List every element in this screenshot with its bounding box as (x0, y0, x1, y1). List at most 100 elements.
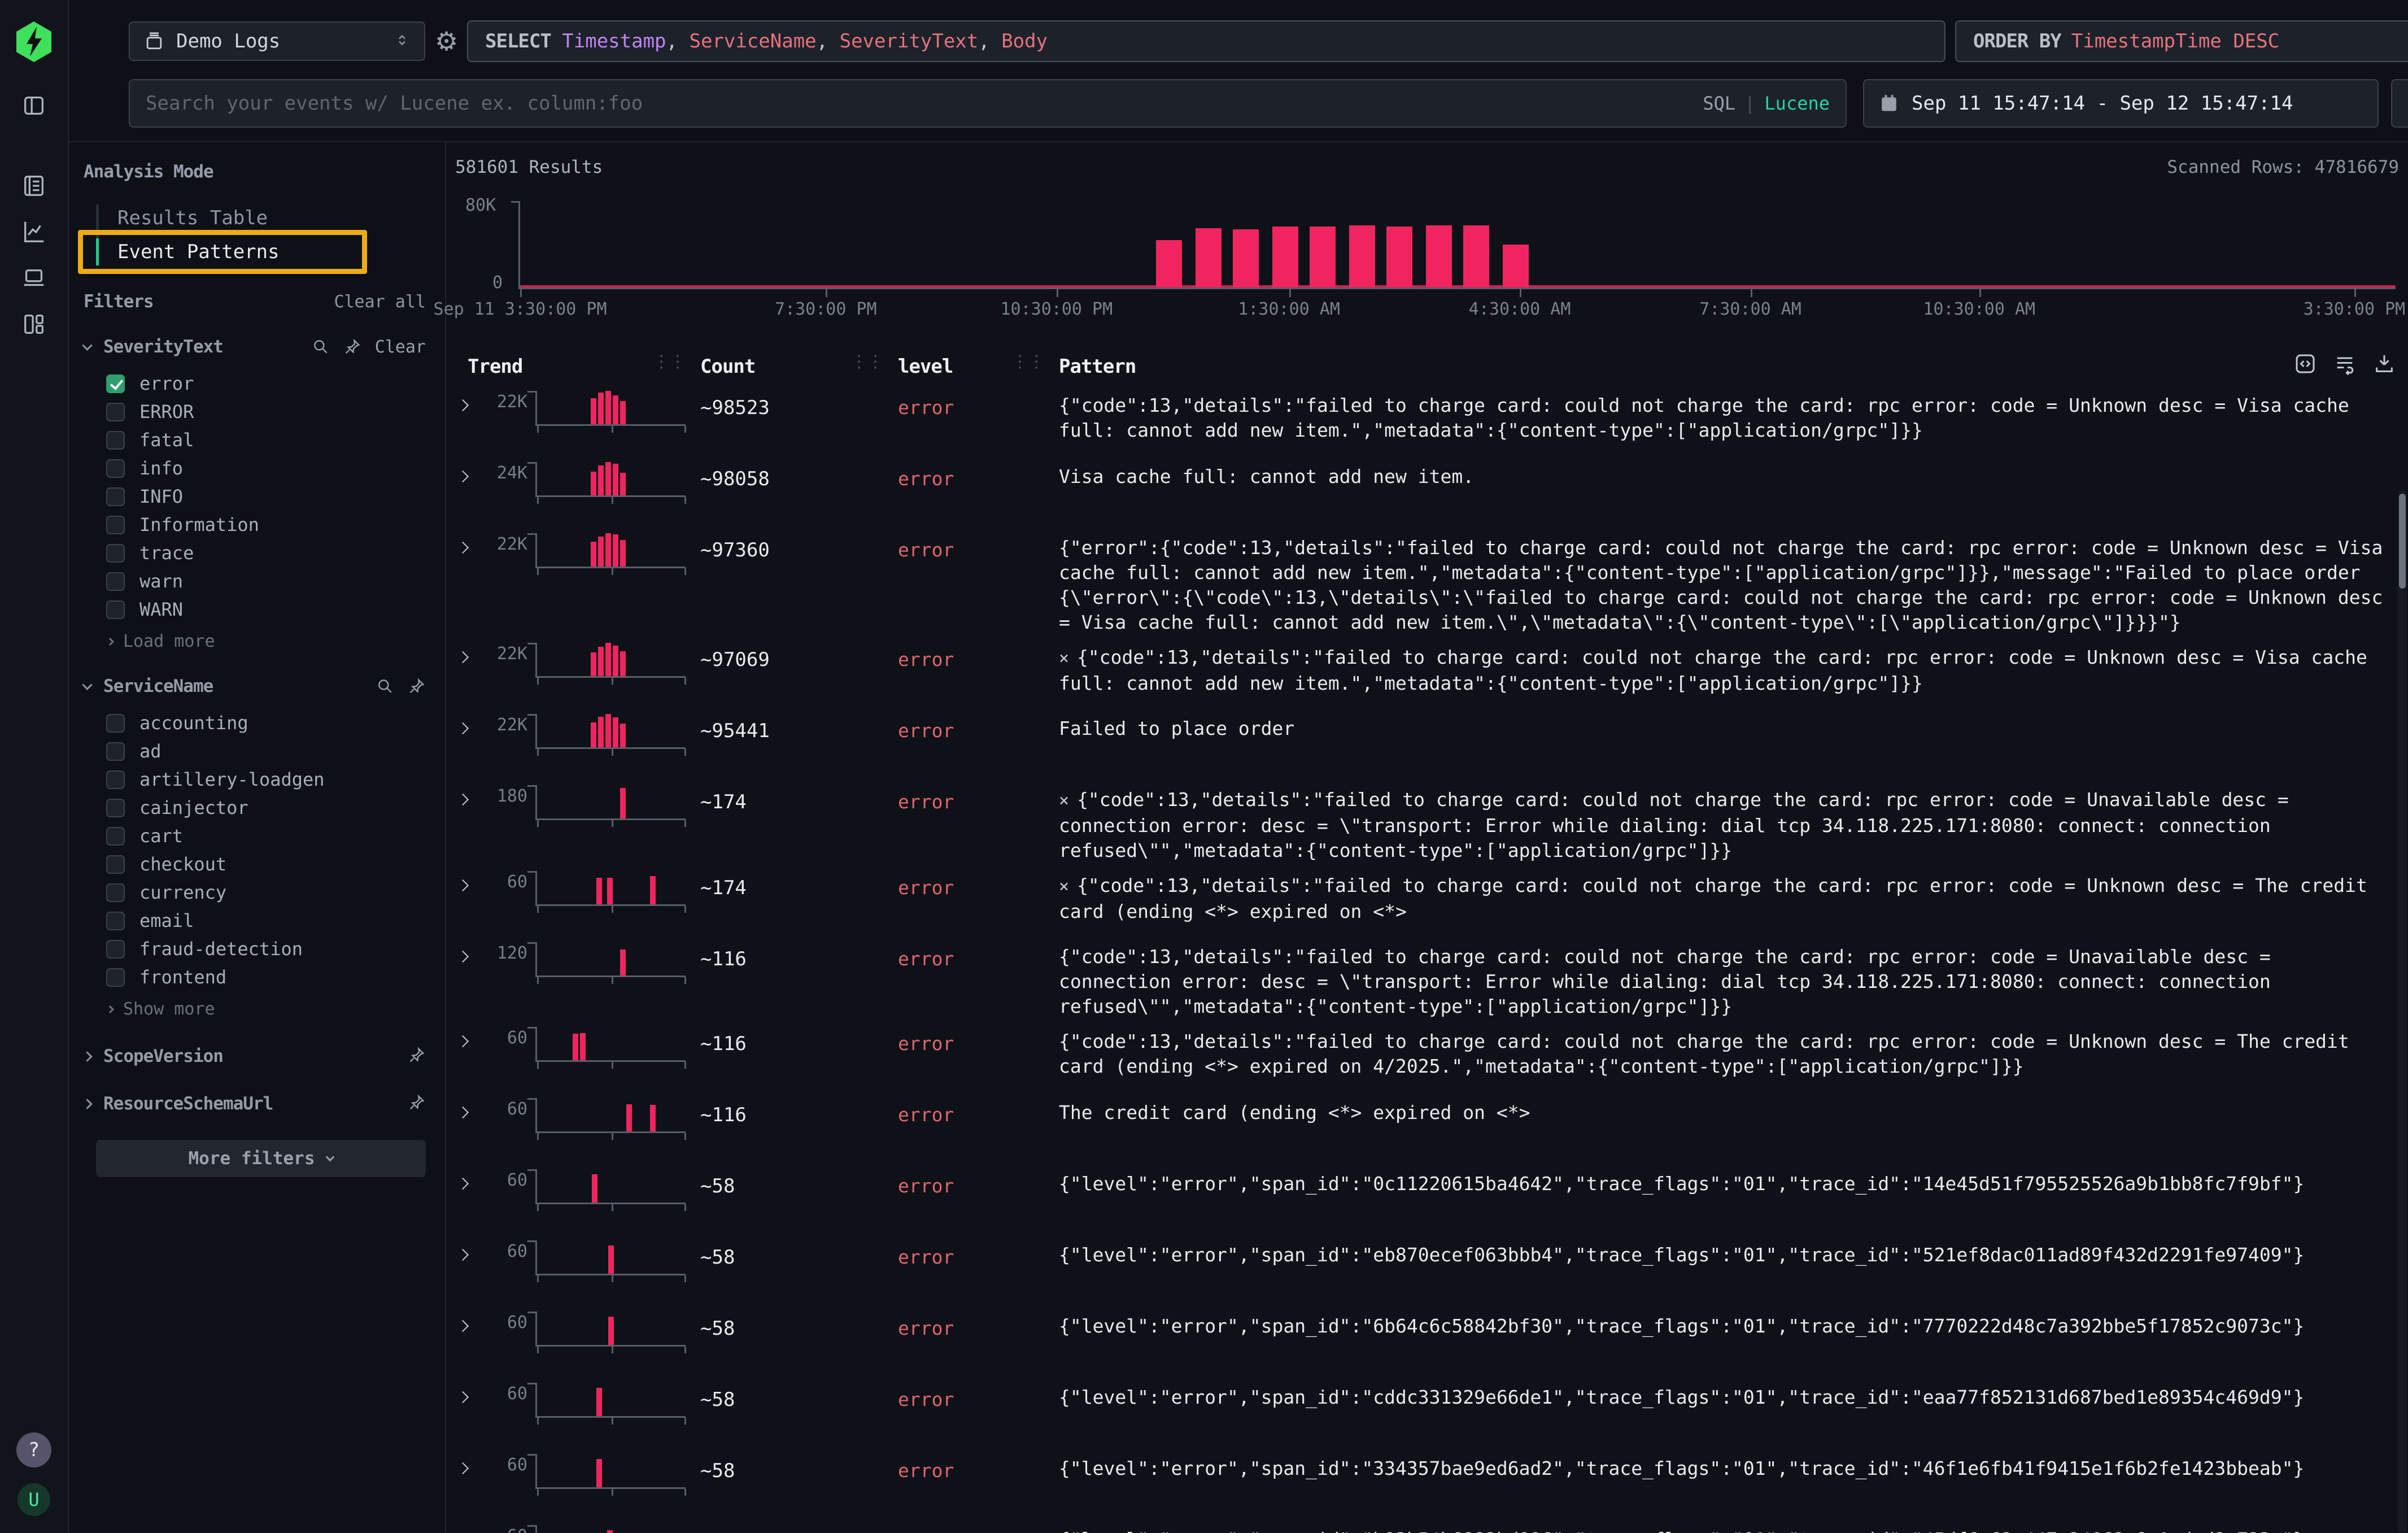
filter-option[interactable]: artillery-loadgen (106, 765, 426, 794)
collapse-panel-icon[interactable] (19, 90, 49, 120)
expand-row-button[interactable] (459, 1251, 480, 1261)
logs-icon[interactable] (19, 171, 49, 200)
exclude-x-icon[interactable]: × (1059, 791, 1069, 811)
expand-row-button[interactable] (459, 952, 480, 963)
checkbox[interactable] (106, 544, 125, 563)
checkbox[interactable] (106, 968, 125, 987)
expand-row-button[interactable] (459, 543, 480, 554)
expand-row-button[interactable] (459, 795, 480, 806)
filter-option[interactable]: ad (106, 737, 426, 765)
filter-option[interactable]: error (106, 369, 426, 398)
pin-icon[interactable] (408, 1046, 426, 1064)
search-icon[interactable] (376, 677, 394, 695)
date-range-picker[interactable]: Sep 11 15:47:14 - Sep 12 15:47:14 (1863, 79, 2379, 128)
dashboard-icon[interactable] (19, 310, 49, 339)
checkbox[interactable] (106, 799, 125, 817)
nav-results-table[interactable]: Results Table (96, 201, 426, 235)
expand-row-button[interactable] (459, 1037, 480, 1048)
filter-option[interactable]: ERROR (106, 398, 426, 426)
search-icon[interactable] (312, 338, 330, 356)
filter-group-resourceschemaurl[interactable]: ResourceSchemaUrl (84, 1094, 426, 1114)
clear-all-button[interactable]: Clear all (334, 292, 426, 312)
expand-row-button[interactable] (459, 881, 480, 892)
checkbox[interactable] (106, 714, 125, 733)
help-button[interactable]: ? (16, 1432, 51, 1467)
filter-option[interactable]: checkout (106, 850, 426, 878)
checkbox[interactable] (106, 600, 125, 619)
checkbox[interactable] (106, 572, 125, 591)
filter-option[interactable]: WARN (106, 595, 426, 624)
filter-option[interactable]: frontend (106, 963, 426, 991)
expand-row-button[interactable] (459, 653, 480, 664)
exclude-x-icon[interactable]: × (1059, 648, 1069, 668)
filter-option[interactable]: INFO (106, 482, 426, 511)
checkbox[interactable] (106, 827, 125, 846)
checkbox[interactable] (106, 770, 125, 789)
expand-row-button[interactable] (459, 724, 480, 735)
filter-option[interactable]: cart (106, 822, 426, 850)
filter-group-scopeversion[interactable]: ScopeVersion (84, 1046, 426, 1066)
chevron-down-icon[interactable] (82, 680, 92, 690)
exclude-x-icon[interactable]: × (1059, 877, 1069, 896)
checkbox[interactable] (106, 742, 125, 761)
checkbox[interactable] (106, 487, 125, 506)
filter-option[interactable]: fraud-detection (106, 935, 426, 963)
column-header-count[interactable]: Count⋮⋮ (700, 355, 898, 378)
checkbox[interactable] (106, 459, 125, 478)
checkbox[interactable] (106, 403, 125, 421)
filter-option[interactable]: fatal (106, 426, 426, 454)
filter-option[interactable]: currency (106, 878, 426, 907)
pin-icon[interactable] (408, 677, 426, 695)
line-chart-icon[interactable] (19, 217, 49, 246)
filter-option[interactable]: email (106, 907, 426, 935)
download-icon[interactable] (2373, 352, 2396, 375)
pin-icon[interactable] (408, 1094, 426, 1112)
checkbox[interactable] (106, 431, 125, 450)
filter-option[interactable]: accounting (106, 709, 426, 737)
code-view-icon[interactable] (2294, 352, 2317, 375)
more-filters-button[interactable]: More filters (96, 1140, 426, 1177)
user-avatar[interactable]: U (18, 1483, 50, 1516)
chevron-down-icon[interactable] (82, 340, 92, 350)
expand-row-button[interactable] (459, 1108, 480, 1119)
show-more-link[interactable]: Show more (107, 999, 426, 1019)
run-query-button[interactable] (2391, 79, 2408, 128)
expand-row-button[interactable] (459, 1464, 480, 1475)
sql-query[interactable]: SELECT Timestamp, ServiceName, SeverityT… (467, 20, 1945, 62)
load-more-link[interactable]: Load more (107, 632, 426, 651)
search-input[interactable]: Search your events w/ Lucene ex. column:… (129, 79, 1847, 128)
filter-group-name[interactable]: ServiceName (103, 676, 213, 696)
order-by-input[interactable]: ORDER BY TimestampTime DESC (1955, 20, 2408, 62)
expand-row-button[interactable] (459, 472, 480, 483)
mode-sql[interactable]: SQL (1703, 93, 1735, 114)
checkbox[interactable] (106, 940, 125, 959)
column-header-trend[interactable]: Trend⋮⋮ (468, 355, 700, 378)
source-selector[interactable]: Demo Logs (129, 21, 425, 61)
scrollbar-thumb[interactable] (2399, 494, 2406, 589)
wrap-lines-icon[interactable] (2333, 352, 2356, 375)
checkbox[interactable] (106, 374, 125, 393)
expand-row-button[interactable] (459, 1179, 480, 1190)
checkbox[interactable] (106, 883, 125, 902)
filter-option[interactable]: warn (106, 567, 426, 595)
column-header-level[interactable]: level⋮⋮ (898, 355, 1059, 378)
column-header-pattern[interactable]: Pattern (1059, 355, 2399, 378)
filter-group-name[interactable]: SeverityText (103, 337, 223, 357)
checkbox[interactable] (106, 855, 125, 874)
results-histogram[interactable]: 80K 0 Sep 11 3:30:00 PM7:30:00 PM10:30:0… (455, 192, 2399, 325)
mode-lucene[interactable]: Lucene (1764, 93, 1830, 114)
checkbox[interactable] (106, 516, 125, 534)
expand-row-button[interactable] (459, 401, 480, 412)
sessions-laptop-icon[interactable] (19, 263, 49, 293)
expand-row-button[interactable] (459, 1393, 480, 1404)
filter-option[interactable]: info (106, 454, 426, 482)
filter-option[interactable]: cainjector (106, 794, 426, 822)
expand-row-button[interactable] (459, 1322, 480, 1332)
filter-option[interactable]: Information (106, 511, 426, 539)
filter-option[interactable]: trace (106, 539, 426, 567)
clear-group-button[interactable]: Clear (375, 337, 426, 357)
gear-icon[interactable]: ⚙ (435, 28, 458, 54)
checkbox[interactable] (106, 912, 125, 930)
nav-event-patterns[interactable]: Event Patterns (96, 235, 426, 269)
pin-icon[interactable] (343, 338, 361, 356)
